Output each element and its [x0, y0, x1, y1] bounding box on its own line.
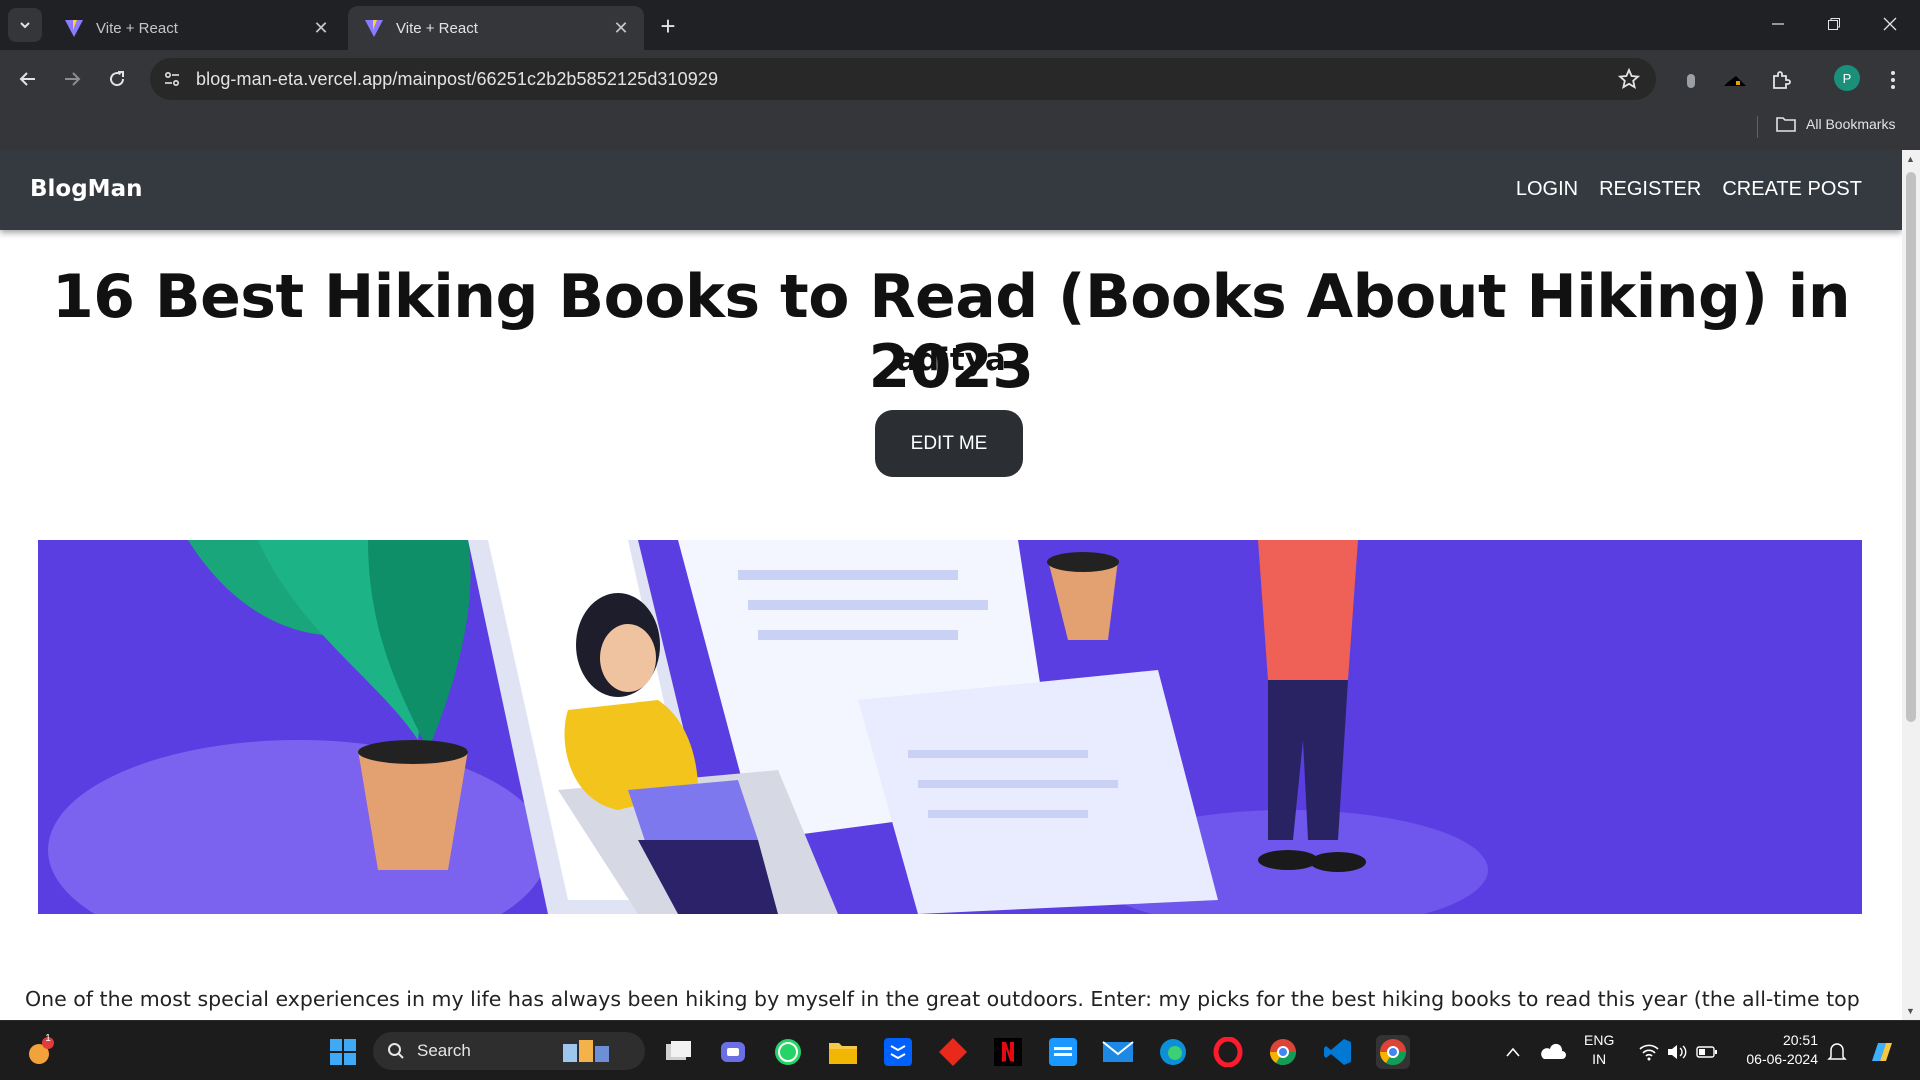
post-title: 16 Best Hiking Books to Read (Books Abou… [51, 262, 1851, 402]
back-button[interactable] [12, 63, 44, 95]
tab-title: Vite + React [396, 19, 478, 37]
scroll-up-icon[interactable]: ▲ [1906, 154, 1915, 164]
bookmark-star-icon[interactable] [1618, 68, 1640, 90]
windows-logo-icon [330, 1039, 356, 1065]
edge-icon[interactable] [1156, 1035, 1190, 1069]
start-button[interactable] [326, 1035, 360, 1069]
post-body-first-line: One of the most special experiences in m… [25, 987, 1860, 1011]
search-icon [388, 1043, 404, 1059]
onedrive-icon[interactable] [1536, 1035, 1570, 1069]
chrome-profile-icon[interactable] [1266, 1035, 1300, 1069]
hat-extension-icon[interactable] [1722, 67, 1748, 93]
prime-video-icon[interactable] [1046, 1035, 1080, 1069]
extension-icon[interactable] [1678, 67, 1704, 93]
scrollbar-thumb[interactable] [1906, 172, 1916, 722]
close-icon[interactable]: ✕ [610, 17, 632, 39]
search-highlight-icon [563, 1040, 609, 1062]
task-view-icon[interactable] [662, 1035, 696, 1069]
login-link[interactable]: LOGIN [1516, 178, 1578, 201]
whatsapp-icon[interactable] [771, 1035, 805, 1069]
browser-tab-1[interactable]: Vite + React ✕ [48, 6, 344, 50]
restore-icon [1828, 18, 1840, 30]
language-code: ENG [1584, 1032, 1615, 1048]
folder-icon [1776, 117, 1796, 132]
dropbox-icon[interactable] [881, 1035, 915, 1069]
netflix-icon[interactable] [991, 1035, 1025, 1069]
browser-toolbar: blog-man-eta.vercel.app/mainpost/66251c2… [0, 50, 1920, 108]
scroll-down-icon[interactable]: ▼ [1906, 1006, 1915, 1016]
menu-kebab-icon[interactable] [1880, 67, 1906, 93]
reload-button[interactable] [101, 63, 133, 95]
clock-time: 20:51 [1782, 1032, 1818, 1048]
vite-favicon-icon [365, 20, 383, 37]
red-diamond-app-icon[interactable] [936, 1035, 970, 1069]
reload-icon [110, 71, 125, 87]
site-info-icon[interactable] [154, 61, 190, 97]
close-window-button[interactable] [1862, 0, 1918, 48]
arrow-left-icon [19, 72, 35, 86]
restore-button[interactable] [1806, 0, 1862, 48]
language-indicator[interactable]: ENG IN [1584, 1031, 1614, 1069]
site-navbar: BlogMan LOGIN REGISTER CREATE POST [0, 150, 1902, 230]
close-icon [1883, 17, 1897, 31]
region-code: IN [1592, 1051, 1607, 1067]
bookmarks-divider [1757, 116, 1758, 138]
notification-count: 1 [45, 1033, 51, 1044]
chevron-down-icon [20, 22, 30, 29]
post-cover-image [38, 540, 1862, 914]
reading-illustration [38, 540, 1862, 914]
vscode-icon[interactable] [1321, 1035, 1355, 1069]
clock-date: 06-06-2024 [1746, 1051, 1818, 1067]
minimize-icon [1772, 23, 1784, 25]
battery-icon[interactable] [1690, 1035, 1724, 1069]
profile-avatar[interactable]: P [1834, 65, 1860, 91]
all-bookmarks-label: All Bookmarks [1806, 116, 1896, 132]
address-bar[interactable]: blog-man-eta.vercel.app/mainpost/66251c2… [150, 58, 1656, 100]
tab-title: Vite + React [96, 19, 178, 37]
chrome-active-icon[interactable] [1376, 1035, 1410, 1069]
new-tab-button[interactable]: + [652, 10, 684, 42]
mail-icon[interactable] [1101, 1035, 1135, 1069]
search-placeholder: Search [417, 1041, 471, 1060]
url-text: blog-man-eta.vercel.app/mainpost/66251c2… [196, 68, 719, 89]
create-post-link[interactable]: CREATE POST [1722, 178, 1862, 201]
vite-favicon-icon [65, 20, 83, 37]
copilot-icon[interactable] [1864, 1035, 1898, 1069]
taskbar-search[interactable]: Search [373, 1032, 645, 1070]
volume-icon[interactable] [1660, 1035, 1694, 1069]
opera-icon[interactable] [1211, 1035, 1245, 1069]
file-explorer-icon[interactable] [826, 1035, 860, 1069]
windows-taskbar: 1 Search ENG IN 20:51 06-06-2024 [0, 1020, 1920, 1080]
teams-icon[interactable] [716, 1035, 750, 1069]
show-hidden-icons-icon[interactable] [1496, 1035, 1530, 1069]
puzzle-extensions-icon[interactable] [1768, 67, 1794, 93]
forward-button[interactable] [56, 63, 88, 95]
minimize-button[interactable] [1750, 0, 1806, 48]
post-author: aditya [896, 342, 1006, 378]
page-scrollbar[interactable]: ▲ ▼ [1902, 150, 1920, 1020]
nav-links: LOGIN REGISTER CREATE POST [1516, 178, 1862, 201]
page-viewport: BlogMan LOGIN REGISTER CREATE POST 16 Be… [0, 150, 1902, 1020]
notifications-icon[interactable] [1820, 1035, 1854, 1069]
browser-tab-2[interactable]: Vite + React ✕ [348, 6, 644, 50]
all-bookmarks-button[interactable]: All Bookmarks [1776, 116, 1895, 132]
browser-tab-strip: Vite + React ✕ Vite + React ✕ + [0, 0, 1920, 50]
edit-post-button[interactable]: EDIT ME [875, 410, 1023, 477]
bookmarks-bar: All Bookmarks [0, 108, 1920, 150]
arrow-right-icon [65, 72, 81, 86]
clock[interactable]: 20:51 06-06-2024 [1736, 1031, 1818, 1069]
close-icon[interactable]: ✕ [310, 17, 332, 39]
register-link[interactable]: REGISTER [1599, 178, 1701, 201]
tab-search-button[interactable] [8, 8, 42, 42]
weather-widget-icon[interactable]: 1 [22, 1033, 56, 1069]
site-brand[interactable]: BlogMan [30, 176, 142, 202]
